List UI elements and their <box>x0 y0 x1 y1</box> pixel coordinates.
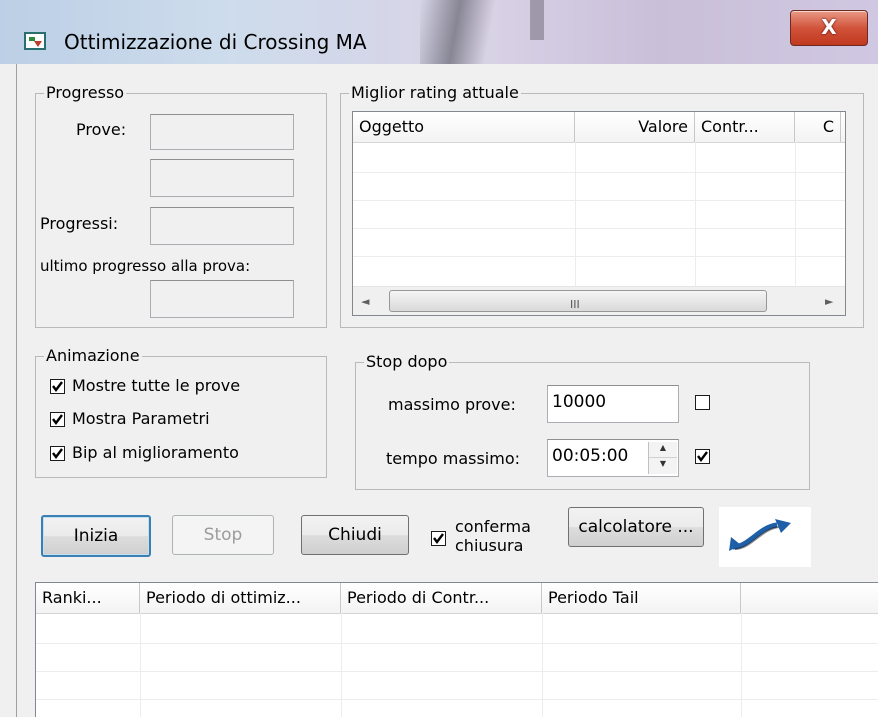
title-bar[interactable]: Ottimizzazione di Crossing MA X <box>0 0 878 64</box>
massimo-prove-input[interactable]: 10000 <box>547 385 679 423</box>
column-header-c[interactable]: C <box>795 112 841 142</box>
column-header-extra[interactable] <box>741 583 878 613</box>
progressi-label: Progressi: <box>40 214 119 233</box>
grid-line <box>695 142 696 286</box>
checkmark-icon <box>433 533 444 544</box>
massimo-prove-checkbox[interactable] <box>695 395 710 410</box>
prove-extra-field <box>150 159 294 197</box>
column-header-ranking[interactable]: Ranki... <box>36 583 140 613</box>
grid-line <box>36 671 878 672</box>
column-header-periodo-tail[interactable]: Periodo Tail <box>542 583 741 613</box>
grid-line <box>741 613 742 717</box>
title-bar-decoration <box>530 0 544 40</box>
conferma-line: conferma <box>455 517 531 536</box>
mostre-tutte-checkbox[interactable] <box>50 379 65 394</box>
grid-line <box>795 142 796 286</box>
app-icon[interactable] <box>24 32 46 50</box>
rating-list[interactable]: Oggetto Valore Contr... C ◄ III ► <box>352 111 846 316</box>
dialog-body: Progresso Prove: Progressi: ultimo progr… <box>16 64 878 717</box>
spinner-down-icon[interactable]: ▼ <box>649 458 677 474</box>
grid-line <box>36 643 878 644</box>
mostra-parametri-checkbox[interactable] <box>50 412 65 427</box>
close-button[interactable]: X <box>790 10 868 46</box>
tempo-massimo-input[interactable]: 00:05:00 ▲ ▼ <box>547 439 679 477</box>
grid-line <box>542 613 543 717</box>
ultimo-progresso-label: ultimo progresso alla prova: <box>40 257 251 275</box>
miglior-rating-title: Miglior rating attuale <box>349 83 521 103</box>
close-icon: X <box>821 15 837 39</box>
column-header-oggetto[interactable]: Oggetto <box>353 112 575 142</box>
tempo-massimo-checkbox[interactable] <box>695 449 710 464</box>
miglior-rating-group: Miglior rating attuale Oggetto Valore Co… <box>340 83 864 328</box>
grid-line <box>36 699 878 700</box>
checkmark-icon <box>52 448 63 459</box>
prove-label: Prove: <box>76 120 127 139</box>
grid-line <box>140 613 141 717</box>
stop-button[interactable]: Stop <box>172 515 274 555</box>
rating-list-header: Oggetto Valore Contr... C <box>353 112 845 143</box>
rating-horizontal-scrollbar[interactable]: ◄ III ► <box>353 286 845 315</box>
massimo-prove-label: massimo prove: <box>388 395 516 414</box>
tempo-massimo-spinner[interactable]: ▲ ▼ <box>648 442 677 474</box>
checkmark-icon <box>697 451 708 462</box>
crossing-logo-icon <box>719 507 811 567</box>
column-header-periodo-controllo[interactable]: Periodo di Contr... <box>341 583 542 613</box>
chiusura-line: chiusura <box>455 536 524 555</box>
checkmark-icon <box>52 381 63 392</box>
mostra-parametri-label[interactable]: Mostra Parametri <box>72 409 210 429</box>
column-header-periodo-ottimizzazione[interactable]: Periodo di ottimiz... <box>140 583 341 613</box>
calcolatore-button[interactable]: calcolatore ... <box>568 507 704 547</box>
bip-miglioramento-checkbox[interactable] <box>50 446 65 461</box>
spinner-up-icon[interactable]: ▲ <box>649 442 677 458</box>
scroll-right-icon[interactable]: ► <box>825 295 833 308</box>
grid-line <box>575 142 576 286</box>
animazione-group: Animazione Mostre tutte le prove Mostra … <box>35 346 327 478</box>
chiudi-button[interactable]: Chiudi <box>301 515 409 555</box>
column-header-valore[interactable]: Valore <box>575 112 695 142</box>
scroll-left-icon[interactable]: ◄ <box>361 295 369 308</box>
inizia-button[interactable]: Inizia <box>41 515 151 557</box>
progresso-group: Progresso Prove: Progressi: ultimo progr… <box>35 83 327 328</box>
grid-line <box>341 613 342 717</box>
tempo-massimo-label: tempo massimo: <box>386 449 521 468</box>
results-list-header: Ranki... Periodo di ottimiz... Periodo d… <box>36 583 878 614</box>
window-title: Ottimizzazione di Crossing MA <box>64 30 367 54</box>
scroll-thumb[interactable]: III <box>389 290 767 312</box>
prove-field <box>150 114 294 150</box>
stop-dopo-title: Stop dopo <box>364 352 450 372</box>
conferma-chiusura-label[interactable]: conferma chiusura <box>455 517 531 555</box>
grid-line <box>353 256 845 257</box>
progresso-title: Progresso <box>44 83 127 103</box>
grid-line <box>353 172 845 173</box>
results-list[interactable]: Ranki... Periodo di ottimiz... Periodo d… <box>35 582 878 717</box>
progressi-field <box>150 207 294 245</box>
grid-line <box>353 200 845 201</box>
conferma-chiusura-checkbox[interactable] <box>431 531 446 546</box>
stop-dopo-group: Stop dopo massimo prove: 10000 tempo mas… <box>355 352 810 490</box>
scroll-grip-icon: III <box>570 298 580 311</box>
title-bar-decoration <box>420 0 510 64</box>
mostre-tutte-label[interactable]: Mostre tutte le prove <box>72 376 240 396</box>
grid-line <box>353 228 845 229</box>
bip-miglioramento-label[interactable]: Bip al miglioramento <box>72 443 239 463</box>
column-header-contr[interactable]: Contr... <box>695 112 795 142</box>
checkmark-icon <box>52 414 63 425</box>
animazione-title: Animazione <box>44 346 142 366</box>
ultimo-progresso-field <box>150 280 294 318</box>
